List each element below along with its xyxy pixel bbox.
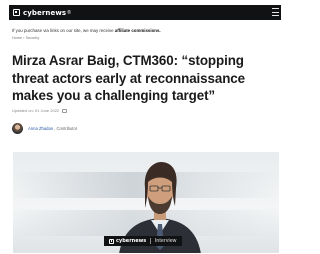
breadcrumb[interactable]: Home › Security <box>12 36 39 40</box>
author-name-link[interactable]: Anna Zhadan <box>28 126 53 131</box>
page: cybernews ® If you purchase via links on… <box>0 0 281 254</box>
article-meta: Updated on: 01 June 2022 <box>12 108 68 113</box>
logo-text: cybernews <box>23 8 67 17</box>
hero-image: cybernews Interview <box>13 152 279 253</box>
badge-brand: cybernews <box>116 238 147 244</box>
hamburger-menu-icon[interactable] <box>272 8 279 16</box>
badge-divider <box>150 238 151 244</box>
badge-logo-icon <box>109 238 114 244</box>
article-title: Mirza Asrar Baig, CTM360: “stopping thre… <box>12 53 245 103</box>
affiliate-link[interactable]: affiliate commissions. <box>115 28 161 33</box>
logo-mark: ® <box>67 9 71 16</box>
author-role: , Contributor <box>54 126 78 131</box>
badge-label: Interview <box>154 238 177 244</box>
affiliate-disclosure: If you purchase via links on our site, w… <box>12 28 161 33</box>
logo-icon <box>13 9 20 16</box>
author-avatar[interactable] <box>12 123 23 134</box>
updated-date: Updated on: 01 June 2022 <box>12 108 60 113</box>
comment-icon[interactable] <box>62 108 68 113</box>
interview-badge: cybernews Interview <box>104 236 182 246</box>
author-line: Anna Zhadan , Contributor <box>12 123 77 134</box>
site-logo[interactable]: cybernews ® <box>13 9 71 17</box>
disclosure-text: If you purchase via links on our site, w… <box>12 28 115 33</box>
site-header: cybernews ® <box>9 5 281 20</box>
